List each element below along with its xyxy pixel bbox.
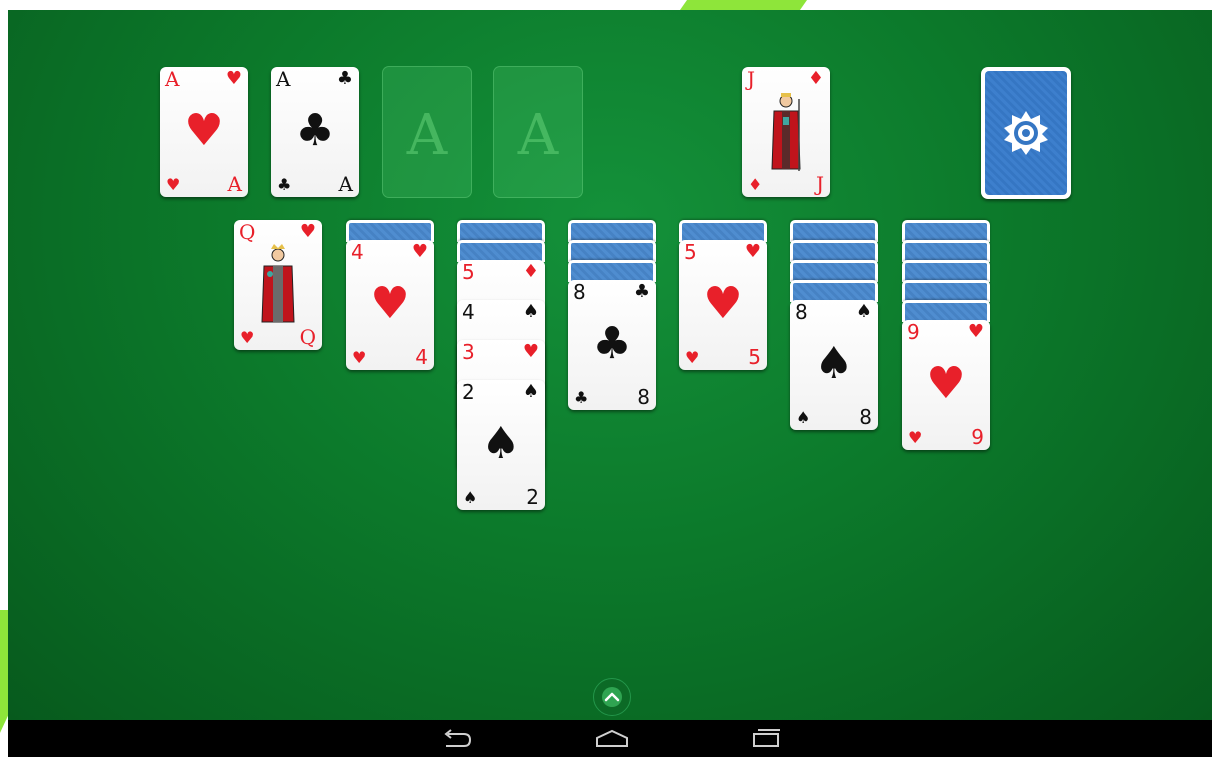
card-rank: Q: [239, 220, 256, 244]
empty-foundation-label: A: [406, 103, 448, 168]
card-center-pip: ♥: [184, 105, 224, 156]
card-rank: 4: [351, 240, 364, 264]
card-rank: 8: [795, 300, 808, 324]
card-rank: A: [276, 67, 291, 91]
card-rank: 8: [573, 280, 586, 304]
tableau-card[interactable]: 8 ♠ ♠ 8 ♠: [790, 300, 878, 430]
card-rank: 3: [462, 340, 475, 364]
face-down-card: [790, 240, 878, 262]
card-rank: 2: [526, 485, 539, 509]
card-suit: ♣: [336, 68, 353, 89]
card-suit: ♣: [574, 388, 589, 407]
face-down-card: [902, 280, 990, 302]
card-suit: ♠: [796, 408, 811, 427]
card-rank: 5: [748, 345, 761, 369]
tableau-card[interactable]: Q ♥ ♥ Q: [234, 220, 322, 350]
card-suit: ♠: [522, 301, 539, 322]
card-suit: ♦: [748, 175, 763, 194]
face-down-card: [568, 220, 656, 242]
card-suit: ♦: [807, 68, 824, 89]
stock-pile[interactable]: [981, 67, 1071, 199]
menu-toggle-button[interactable]: [593, 678, 631, 716]
face-down-card: [790, 280, 878, 302]
card-suit: ♥: [744, 241, 761, 262]
foundation-pile-4-empty[interactable]: A: [493, 66, 583, 198]
foundation-pile-3-empty[interactable]: A: [382, 66, 472, 198]
card-center-pip: ♥: [926, 358, 966, 409]
waste-pile-card[interactable]: J ♦ ♦ J: [742, 67, 830, 197]
card-suit: ♦: [522, 261, 539, 282]
foundation-pile-1[interactable]: A ♥ ♥ ♥ A: [160, 67, 248, 197]
card-suit: ♥: [352, 348, 367, 367]
tableau-card[interactable]: 4 ♥ ♥ 4 ♥: [346, 240, 434, 370]
face-down-card: [902, 220, 990, 242]
card-suit: ♥: [240, 328, 255, 347]
card-suit: ♥: [967, 321, 984, 342]
face-down-card: [790, 220, 878, 242]
face-down-card: [790, 260, 878, 282]
card-rank: 4: [462, 300, 475, 324]
card-suit: ♠: [522, 381, 539, 402]
face-down-card: [457, 240, 545, 262]
nav-back-button[interactable]: [436, 726, 476, 750]
card-suit: ♣: [277, 175, 292, 194]
card-rank: 2: [462, 380, 475, 404]
card-suit: ♠: [463, 488, 478, 507]
card-rank: 5: [462, 260, 475, 284]
card-center-pip: ♠: [814, 338, 854, 389]
card-center-pip: ♥: [703, 278, 743, 329]
game-table: A ♥ ♥ ♥ A A ♣ ♣ ♣ A A A J ♦ ♦ J Q ♥ ♥ Q …: [8, 10, 1212, 720]
recents-icon: [753, 729, 780, 747]
tableau-card[interactable]: 5 ♥ ♥ 5 ♥: [679, 240, 767, 370]
card-suit: ♥: [522, 341, 539, 362]
face-down-card: [568, 260, 656, 282]
home-icon: [596, 729, 628, 747]
card-rank: A: [165, 67, 180, 91]
queen-figure-icon: [261, 244, 295, 323]
face-down-card: [679, 220, 767, 242]
face-down-card: [902, 260, 990, 282]
nav-recents-button[interactable]: [746, 726, 786, 750]
face-down-card: [902, 240, 990, 262]
card-suit: ♥: [908, 428, 923, 447]
card-rank: A: [227, 172, 242, 196]
tableau-card[interactable]: 2 ♠ ♠ 2 ♠: [457, 380, 545, 510]
chevron-up-icon: [602, 687, 622, 707]
card-rank: Q: [299, 325, 316, 349]
card-rank: 5: [684, 240, 697, 264]
tableau-card[interactable]: 9 ♥ ♥ 9 ♥: [902, 320, 990, 450]
card-suit: ♥: [411, 241, 428, 262]
card-rank: J: [815, 172, 824, 196]
card-center-pip: ♥: [370, 278, 410, 329]
card-back-emblem-icon: [1004, 111, 1048, 155]
face-down-card: [346, 220, 434, 242]
card-suit: ♣: [633, 281, 650, 302]
system-navigation-bar: [8, 720, 1212, 757]
face-down-card: [568, 240, 656, 262]
card-suit: ♥: [685, 348, 700, 367]
face-down-card: [457, 220, 545, 242]
empty-foundation-label: A: [517, 103, 559, 168]
card-rank: 4: [415, 345, 428, 369]
card-suit: ♥: [166, 175, 181, 194]
card-rank: 8: [859, 405, 872, 429]
jack-figure-icon: [771, 93, 801, 171]
foundation-pile-2[interactable]: A ♣ ♣ ♣ A: [271, 67, 359, 197]
back-icon: [444, 729, 472, 747]
card-suit: ♠: [855, 301, 872, 322]
card-rank: 9: [907, 320, 920, 344]
card-rank: 9: [971, 425, 984, 449]
nav-home-button[interactable]: [592, 726, 632, 750]
card-rank: J: [747, 67, 756, 91]
card-center-pip: ♣: [295, 105, 335, 156]
tableau-card[interactable]: 8 ♣ ♣ 8 ♣: [568, 280, 656, 410]
card-center-pip: ♠: [481, 418, 521, 469]
card-rank: 8: [637, 385, 650, 409]
card-suit: ♥: [225, 68, 242, 89]
card-suit: ♥: [299, 221, 316, 242]
card-center-pip: ♣: [592, 318, 632, 369]
face-down-card: [902, 300, 990, 322]
card-rank: A: [338, 172, 353, 196]
